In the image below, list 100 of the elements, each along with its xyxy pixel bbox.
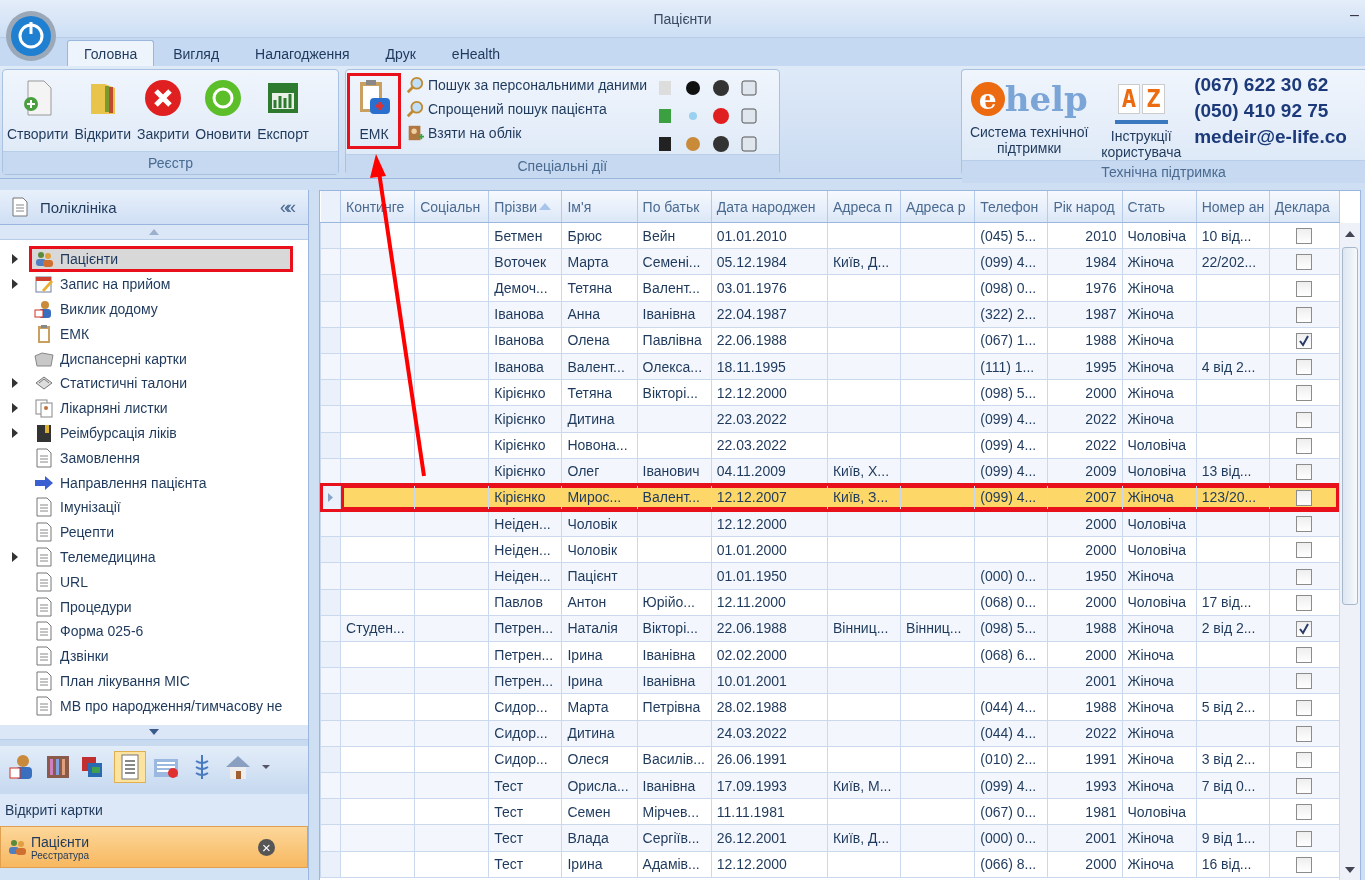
tree-item[interactable]: Виклик додому (30, 297, 292, 321)
close-button[interactable]: × (258, 838, 275, 856)
checkbox[interactable] (1296, 385, 1313, 402)
tree-item[interactable]: Направлення пацієнта (30, 470, 292, 495)
checkbox[interactable] (1296, 594, 1313, 611)
tree-item[interactable]: ЕМК (30, 321, 292, 346)
current-row-icon (328, 493, 333, 503)
expand-icon[interactable] (12, 427, 18, 438)
checkbox[interactable] (1296, 568, 1313, 585)
manual-button[interactable]: A Z Інструкції користувача (1096, 74, 1187, 160)
tree-item[interactable]: Реімбурсація ліків (30, 420, 292, 445)
tree-item[interactable]: Пацієнти (30, 247, 292, 272)
column-header[interactable]: Стать (1122, 191, 1197, 223)
checkbox[interactable] (1296, 725, 1313, 742)
ribbon-tab[interactable]: eHealth (434, 40, 518, 66)
ribbon-button[interactable]: Оновити (193, 74, 254, 146)
table-cell: 1976 (1085, 279, 1117, 296)
tree-item[interactable]: Лікарняні листки (30, 396, 292, 421)
dropdown-icon[interactable] (262, 765, 270, 769)
scroll-down-icon[interactable] (1345, 867, 1355, 873)
tree-item[interactable]: Замовлення (30, 445, 292, 470)
ribbon-tab[interactable]: Налагодження (238, 40, 367, 66)
minimize-button[interactable]: – (1350, 6, 1359, 24)
checkbox[interactable] (1296, 359, 1313, 376)
column-header[interactable]: Рік народ (1047, 191, 1122, 223)
checkbox[interactable] (1296, 804, 1313, 821)
ribbon-link[interactable]: Взяти на облік (406, 124, 648, 142)
checkbox[interactable] (1296, 254, 1313, 271)
ribbon-tab[interactable]: Головна (67, 40, 155, 66)
checkbox[interactable] (1296, 621, 1313, 638)
support-button[interactable]: e help Система технічної підтримки (964, 74, 1095, 156)
tree-item[interactable]: URL (30, 569, 292, 594)
tree-item[interactable]: Телемедицина (30, 544, 292, 569)
table-cell: (111) 1... (980, 358, 1035, 375)
table-cell: Тест (494, 856, 524, 873)
tree-item[interactable]: Процедури (30, 594, 292, 619)
checkbox[interactable] (1296, 437, 1313, 454)
ribbon-tab[interactable]: Вигляд (156, 40, 237, 66)
column-header[interactable]: Номер ан (1196, 191, 1270, 223)
ribbon-link[interactable]: Пошук за персональними даними (406, 76, 648, 94)
column-header[interactable]: Адреса р (900, 191, 975, 223)
table-cell: 16 від... (1201, 856, 1252, 873)
checkbox[interactable] (1296, 411, 1313, 428)
column-header[interactable]: Телефон (974, 191, 1048, 223)
ribbon-button[interactable]: Закрити (135, 74, 192, 146)
emk-button[interactable]: ЕМК (348, 74, 400, 148)
expand-icon[interactable] (12, 378, 18, 389)
ribbon-button[interactable]: Відкрити (72, 74, 134, 146)
scroll-up-icon[interactable] (1345, 231, 1355, 237)
expand-icon[interactable] (12, 279, 18, 290)
tree-item[interactable]: Імунізації (30, 495, 292, 520)
ribbon-button[interactable]: Експорт (255, 74, 312, 146)
collapse-button[interactable]: «« (279, 196, 298, 218)
tree-item[interactable]: Рецепти (30, 520, 292, 545)
table-cell: Кірієнко (494, 489, 546, 506)
tree-item[interactable]: Запис на прийом (30, 272, 292, 297)
tree-item[interactable]: Дзвінки (30, 644, 292, 669)
checkbox[interactable] (1296, 699, 1313, 716)
expand-icon[interactable] (12, 254, 18, 265)
ribbon-button[interactable]: Створити (5, 74, 71, 146)
tree-item[interactable]: Форма 025-6 (30, 619, 292, 644)
checkbox[interactable] (1296, 516, 1313, 533)
checkbox[interactable] (1296, 778, 1313, 795)
tree-item[interactable]: План лікування МІС (30, 668, 292, 693)
checkbox[interactable] (1296, 228, 1313, 245)
column-header[interactable]: По батьк (637, 191, 712, 223)
expand-icon[interactable] (12, 551, 18, 562)
checkbox[interactable] (1296, 490, 1313, 507)
checkbox[interactable] (1296, 856, 1313, 873)
expand-icon[interactable] (12, 403, 18, 414)
ribbon-link[interactable]: Спрощений пошук пацієнта (406, 100, 648, 118)
scrollbar-thumb[interactable] (1342, 247, 1358, 605)
checkbox[interactable] (1296, 542, 1313, 559)
checkbox[interactable] (1296, 830, 1313, 847)
tubes-icon (44, 753, 72, 781)
checkbox[interactable] (1296, 280, 1313, 297)
column-header[interactable]: Ім'я (561, 191, 638, 223)
checkbox[interactable] (1296, 673, 1313, 690)
ribbon-tab[interactable]: Друк (368, 40, 433, 66)
tree-item[interactable]: Статистичні талони (30, 371, 292, 396)
open-card-tab[interactable]: Пацієнти Реєстратура × (0, 826, 308, 868)
table-cell: Жіноча (1127, 358, 1174, 375)
checkbox[interactable] (1296, 463, 1313, 480)
column-header[interactable]: Дата народжен (711, 191, 828, 223)
scroll-down-icon[interactable] (149, 729, 159, 735)
book-icon (34, 422, 54, 443)
stop-icon[interactable] (711, 106, 732, 126)
table-cell: Олена (567, 332, 610, 349)
column-header[interactable]: Деклара (1269, 191, 1340, 223)
column-header[interactable]: Адреса п (827, 191, 901, 223)
checkbox[interactable] (1296, 647, 1313, 664)
checkbox[interactable] (1296, 306, 1313, 323)
checkbox[interactable] (1296, 752, 1313, 768)
checkbox[interactable] (1296, 333, 1313, 349)
table-cell: 01.01.1950 (716, 568, 787, 585)
tree-item[interactable]: Диспансерні картки (30, 346, 292, 371)
tree-item[interactable]: МВ про народження/тимчасову не (30, 693, 292, 718)
column-header[interactable]: Прізви (488, 191, 562, 223)
column-header[interactable]: Соціальн (414, 191, 489, 223)
table-cell: (098) 0... (980, 279, 1037, 296)
